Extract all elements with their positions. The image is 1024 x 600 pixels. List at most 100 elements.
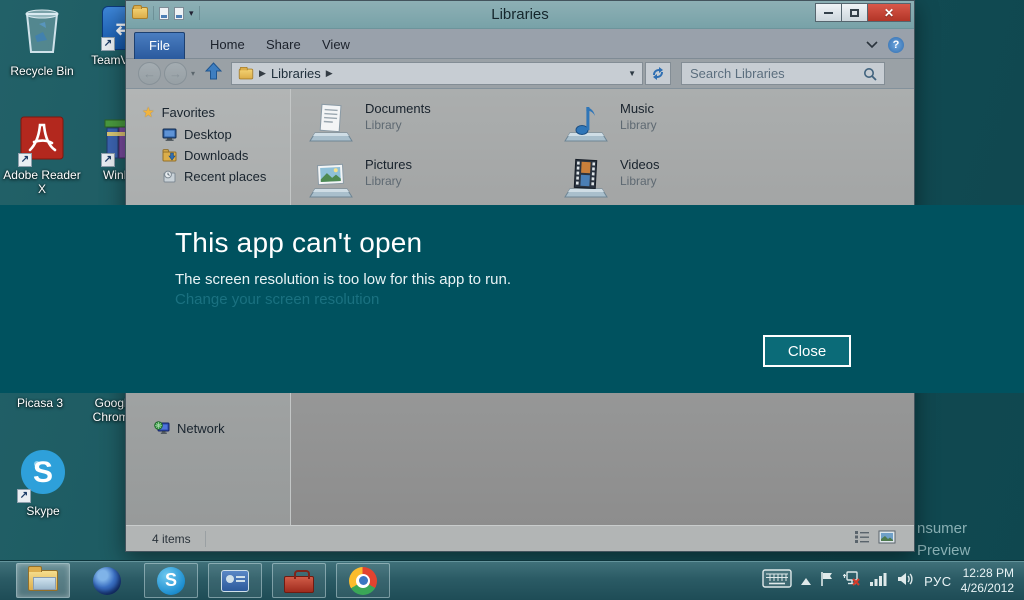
- language-indicator[interactable]: РУС: [924, 574, 952, 589]
- desktop-icon-picasa[interactable]: Picasa 3: [4, 393, 76, 410]
- desktop-icon-label: Picasa 3: [4, 396, 76, 410]
- nav-label: Favorites: [162, 105, 215, 120]
- library-type: Library: [365, 118, 431, 132]
- documents-library-icon: [307, 101, 355, 145]
- desktop-icon-adobe-reader[interactable]: ↗ Adobe Reader X: [0, 116, 84, 196]
- breadcrumb-location[interactable]: Libraries: [271, 66, 321, 81]
- status-bar: 4 items: [126, 525, 914, 551]
- nav-favorites[interactable]: ★ Favorites: [142, 103, 215, 121]
- app-error-dialog: This app can't open The screen resolutio…: [0, 205, 1024, 393]
- shortcut-arrow-icon: ↗: [17, 489, 31, 503]
- library-type: Library: [620, 118, 657, 132]
- help-icon[interactable]: ?: [888, 37, 904, 53]
- library-tile-music[interactable]: Music Library: [562, 101, 802, 151]
- taskbar-buttons: S: [16, 563, 390, 598]
- close-icon: ✕: [884, 6, 894, 20]
- search-icon[interactable]: [863, 67, 877, 86]
- dialog-message: The screen resolution is too low for thi…: [175, 271, 511, 288]
- library-tile-documents[interactable]: Documents Library: [307, 101, 547, 151]
- tab-share[interactable]: Share: [252, 32, 315, 59]
- volume-icon[interactable]: [897, 571, 915, 592]
- desktop-icon-recycle-bin[interactable]: Recycle Bin: [6, 6, 78, 78]
- nav-label: Recent places: [184, 169, 266, 184]
- videos-library-icon: [562, 157, 610, 201]
- file-explorer-icon: [28, 570, 58, 591]
- breadcrumb-arrow-icon[interactable]: ▶: [326, 68, 333, 79]
- nav-label: Downloads: [184, 148, 248, 163]
- library-tile-videos[interactable]: Videos Library: [562, 157, 802, 207]
- nav-label: Desktop: [184, 127, 232, 142]
- details-view-button[interactable]: [854, 530, 870, 547]
- google-chrome-icon: [349, 567, 377, 595]
- desktop: Recycle Bin ⇄↗ TeamViewer ↗ Adobe Reader…: [0, 0, 1024, 600]
- taskbar-toolbox-button[interactable]: [272, 563, 326, 598]
- nav-desktop[interactable]: Desktop: [162, 125, 232, 143]
- adobe-reader-icon: ↗: [20, 116, 64, 165]
- change-resolution-link[interactable]: Change your screen resolution: [175, 291, 379, 308]
- watermark-line1: nsumer Preview: [917, 518, 1024, 562]
- shortcut-arrow-icon: ↗: [18, 153, 32, 167]
- desktop-icon-label: Adobe Reader X: [0, 168, 84, 196]
- maximize-button[interactable]: [841, 3, 868, 22]
- display-settings-icon: [221, 570, 249, 592]
- close-window-button[interactable]: ✕: [867, 3, 911, 22]
- taskbar-display-settings-button[interactable]: [208, 563, 262, 598]
- clock[interactable]: 12:28 PM 4/26/2012: [961, 566, 1018, 596]
- taskbar-skype-button[interactable]: S: [144, 563, 198, 598]
- taskbar-file-explorer-button[interactable]: [16, 563, 70, 598]
- refresh-icon: [651, 67, 665, 80]
- clock-date: 4/26/2012: [961, 581, 1014, 596]
- ribbon-right-controls: ?: [866, 36, 904, 54]
- ribbon-tabs: File Home Share View ?: [126, 29, 914, 59]
- desktop-icon-label: Recycle Bin: [6, 64, 78, 78]
- address-bar[interactable]: ▶ Libraries ▶ ▼: [231, 62, 643, 85]
- shortcut-arrow-icon: ↗: [101, 37, 115, 51]
- touch-keyboard-icon[interactable]: [762, 569, 792, 593]
- desktop-icon-skype[interactable]: S ↗ Skype: [14, 448, 72, 518]
- window-controls: ✕: [816, 3, 911, 22]
- up-button[interactable]: [205, 62, 222, 85]
- taskbar-chrome-button[interactable]: [336, 563, 390, 598]
- maximize-icon: [850, 9, 859, 17]
- favorites-star-icon: ★: [142, 104, 155, 121]
- skype-icon: S ↗: [19, 448, 67, 501]
- tab-file[interactable]: File: [134, 32, 185, 59]
- action-center-flag-icon[interactable]: [820, 571, 834, 592]
- search-box[interactable]: [681, 62, 885, 85]
- thumbnails-view-button[interactable]: [878, 530, 896, 547]
- view-buttons: [854, 530, 896, 547]
- library-name: Videos: [620, 157, 660, 172]
- dialog-close-button[interactable]: Close: [763, 335, 851, 367]
- nav-network[interactable]: Network: [154, 419, 225, 437]
- minimize-button[interactable]: [815, 3, 842, 22]
- signal-strength-icon[interactable]: [870, 572, 888, 591]
- minimize-icon: [824, 12, 833, 14]
- desktop-icon-label: Skype: [14, 504, 72, 518]
- address-bar-row: ← → ▾ ▶ Libraries ▶ ▼: [126, 59, 914, 89]
- forward-button[interactable]: →: [164, 62, 187, 85]
- refresh-button[interactable]: [645, 62, 671, 85]
- library-name: Documents: [365, 101, 431, 116]
- address-dropdown-icon[interactable]: ▼: [628, 69, 636, 78]
- taskbar-google-earth-button[interactable]: [80, 563, 134, 598]
- toolbox-icon: [284, 576, 314, 593]
- breadcrumb-arrow-icon[interactable]: ▶: [259, 68, 266, 79]
- back-button[interactable]: ←: [138, 62, 161, 85]
- recent-locations-icon[interactable]: ▾: [191, 69, 195, 78]
- show-hidden-icons-button[interactable]: [801, 578, 811, 585]
- items-count: 4 items: [152, 532, 191, 546]
- skype-icon: S: [157, 567, 185, 595]
- music-library-icon: [562, 101, 610, 145]
- library-tile-pictures[interactable]: Pictures Library: [307, 157, 547, 207]
- tab-view[interactable]: View: [308, 32, 364, 59]
- search-input[interactable]: [682, 63, 884, 84]
- expand-ribbon-icon[interactable]: [866, 36, 878, 54]
- tab-home[interactable]: Home: [196, 32, 259, 59]
- pictures-library-icon: [307, 157, 355, 201]
- system-tray: РУС 12:28 PM 4/26/2012: [762, 561, 1018, 600]
- google-earth-icon: [93, 567, 121, 595]
- nav-recent-places[interactable]: Recent places: [162, 167, 266, 185]
- nav-downloads[interactable]: Downloads: [162, 146, 248, 164]
- network-disconnected-icon[interactable]: [843, 571, 861, 592]
- svg-text:S: S: [33, 456, 53, 489]
